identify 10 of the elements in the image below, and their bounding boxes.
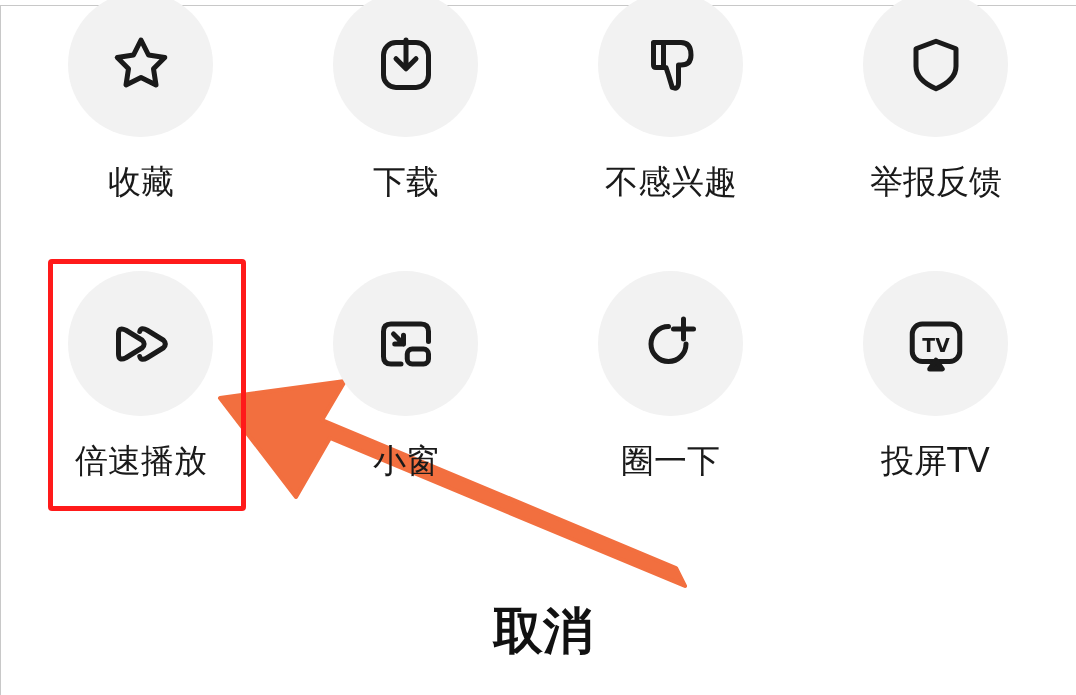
action-label: 倍速播放 [74,440,207,482]
action-label: 投屏TV [881,440,990,482]
cancel-button[interactable]: 取消 [493,603,593,659]
tv-screen-icon [909,321,962,371]
action-label: 不感兴趣 [604,161,737,203]
action-label: 圈一下 [621,440,720,482]
action-label: 下载 [372,161,439,203]
action-label: 收藏 [107,161,174,203]
action-label: 举报反馈 [869,161,1002,203]
tv-icon-text: TV [921,334,950,355]
